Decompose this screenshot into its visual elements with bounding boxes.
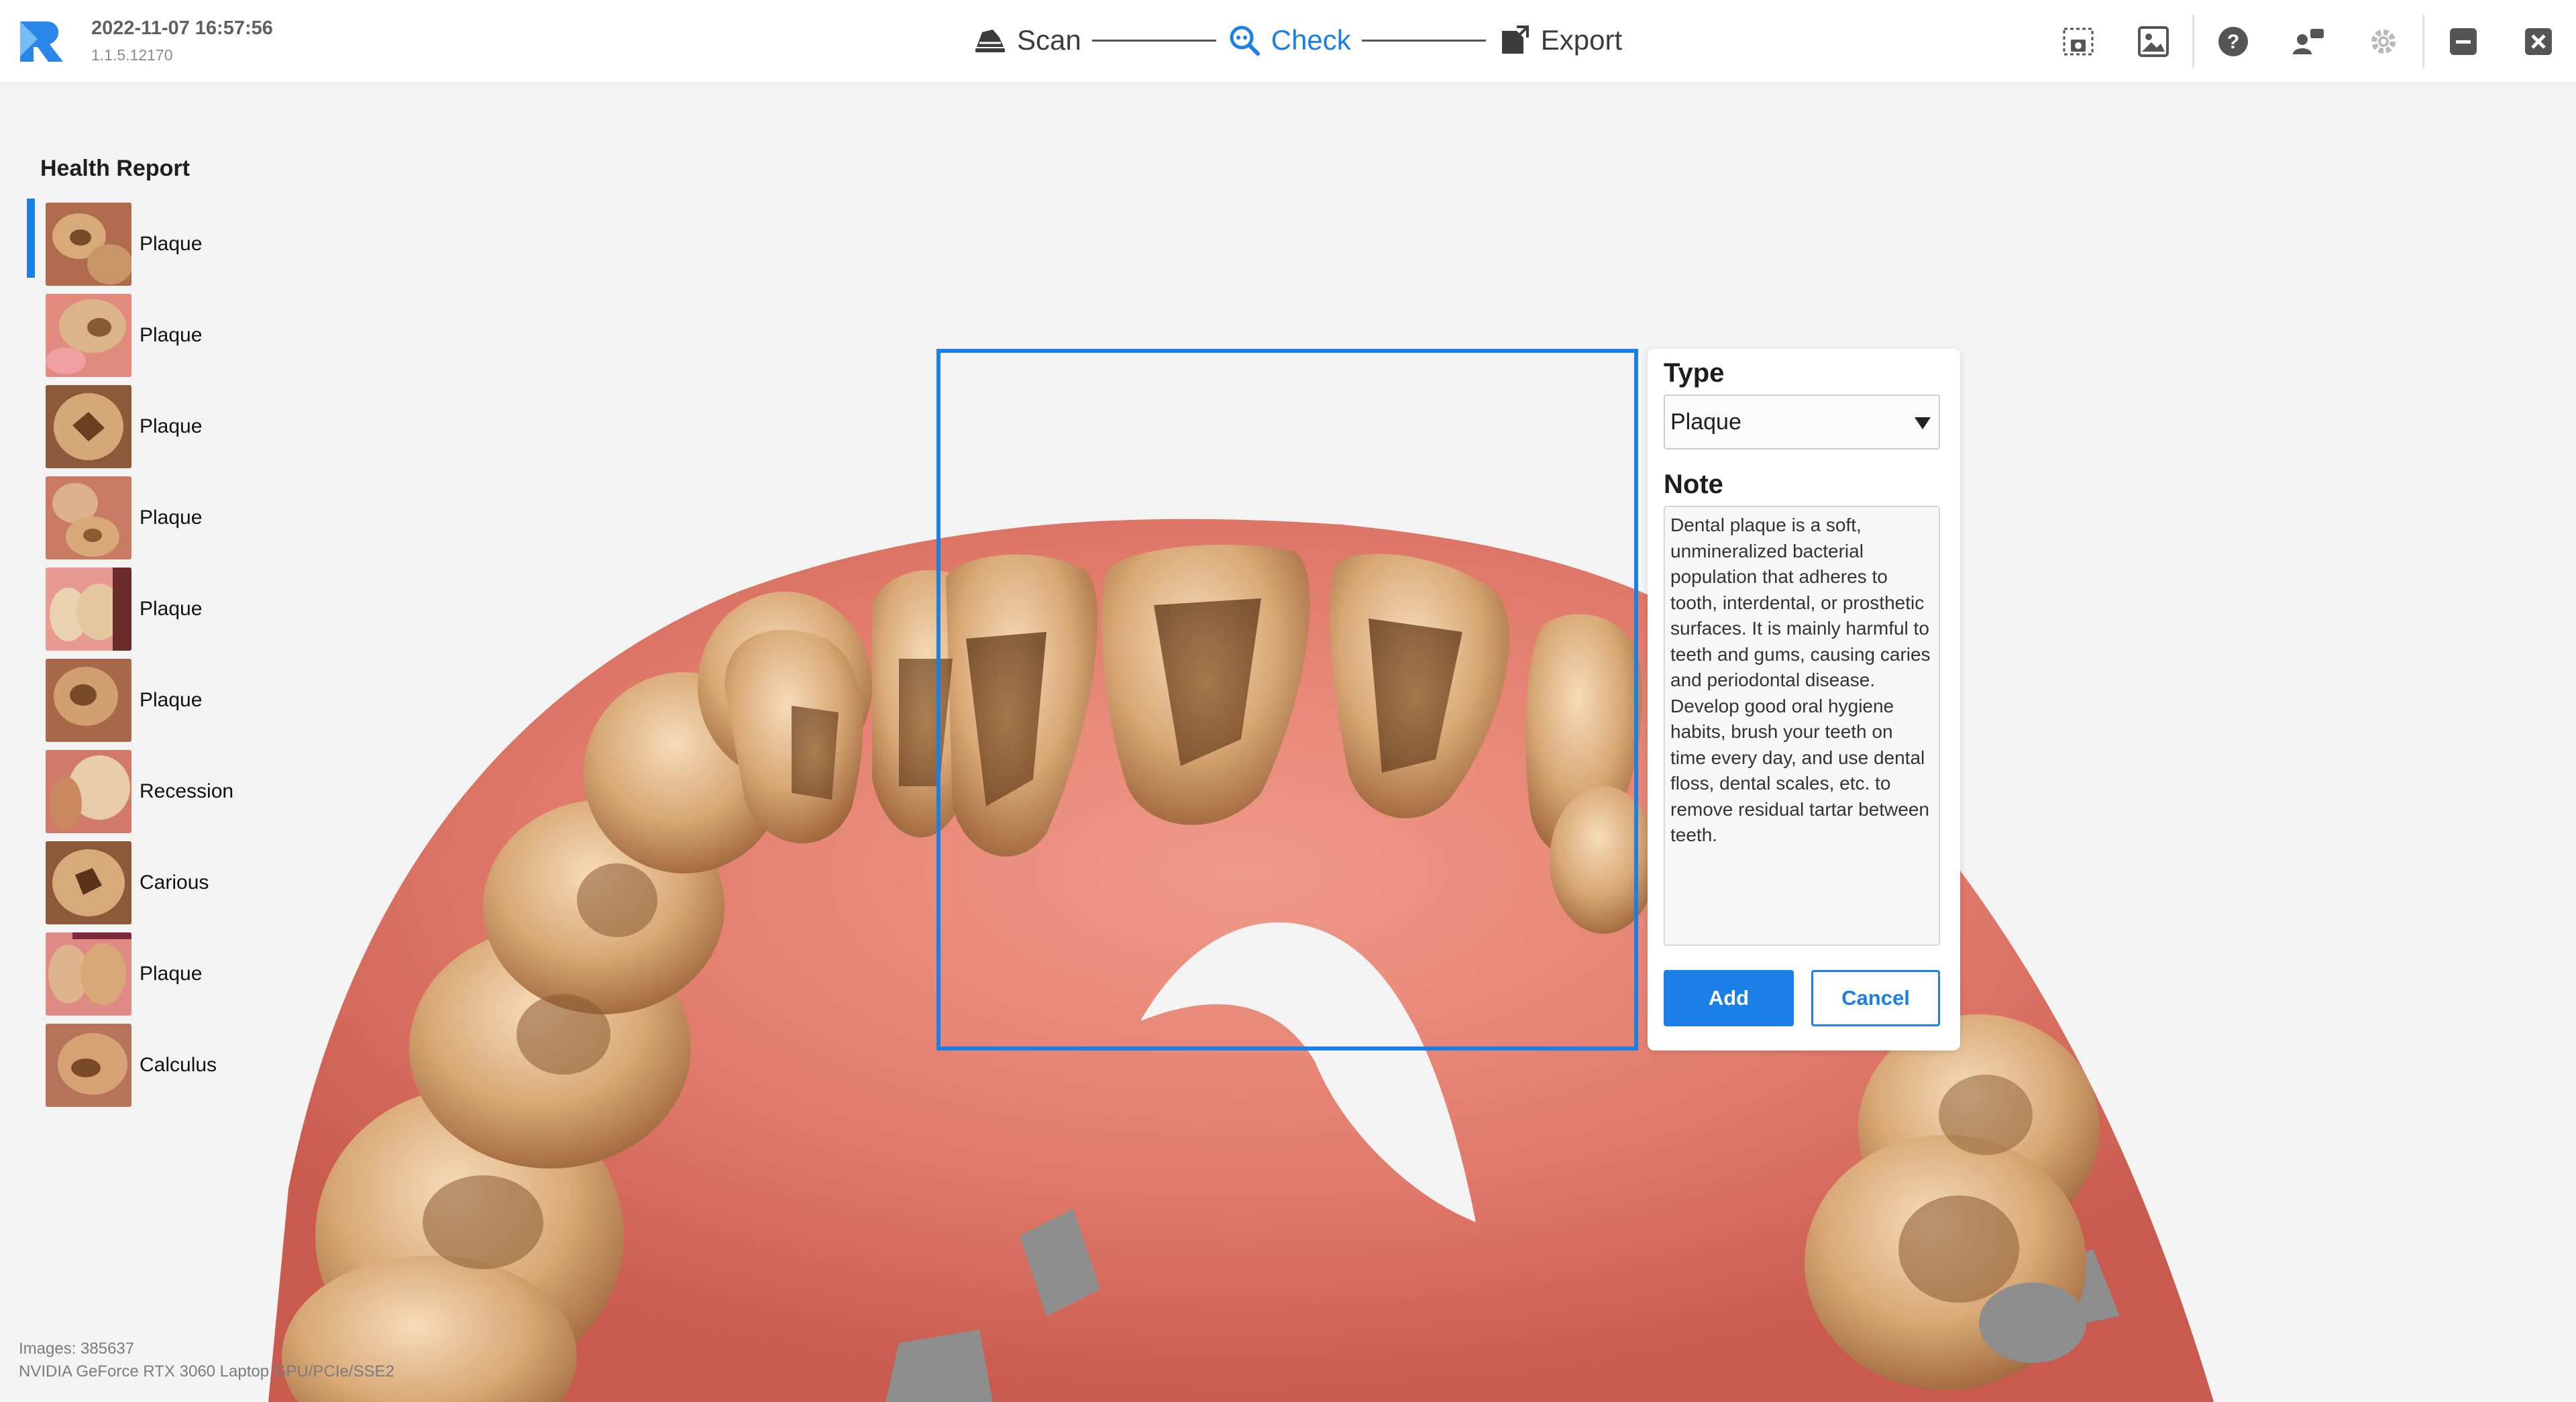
scanner-icon bbox=[975, 30, 1005, 52]
note-textarea[interactable]: Dental plaque is a soft, unmineralized b… bbox=[1664, 506, 1940, 946]
gpu-info: NVIDIA GeForce RTX 3060 Laptop GPU/PCIe/… bbox=[19, 1362, 394, 1381]
status-footer: Images: 385637 NVIDIA GeForce RTX 3060 L… bbox=[19, 1338, 394, 1383]
finding-thumbnail bbox=[46, 841, 131, 924]
step-check[interactable]: Check bbox=[1227, 23, 1351, 58]
add-button[interactable]: Add bbox=[1664, 970, 1794, 1026]
finding-thumbnail bbox=[46, 1024, 131, 1107]
finding-thumbnail bbox=[46, 385, 131, 468]
report-item[interactable]: Recession bbox=[27, 746, 233, 837]
close-icon bbox=[2525, 28, 2552, 55]
selection-box[interactable] bbox=[936, 349, 1638, 1050]
minimize-icon bbox=[2450, 28, 2477, 55]
magnifier-icon bbox=[1230, 25, 1260, 56]
help-icon: ? bbox=[2218, 27, 2248, 56]
report-item[interactable]: Plaque bbox=[27, 381, 233, 472]
type-dropdown[interactable]: Plaque bbox=[1664, 394, 1940, 449]
report-item-label: Carious bbox=[140, 871, 209, 894]
app-version: 1.1.5.12170 bbox=[91, 46, 173, 64]
snapshot-button[interactable] bbox=[2041, 15, 2116, 68]
workflow-steps: Scan Check Export bbox=[973, 19, 1622, 62]
note-label: Note bbox=[1664, 470, 1723, 499]
toolbar-divider bbox=[2422, 15, 2424, 68]
step-export-label: Export bbox=[1540, 24, 1623, 56]
chevron-down-icon bbox=[1915, 417, 1931, 429]
report-item-label: Plaque bbox=[140, 506, 203, 529]
report-item[interactable]: Plaque bbox=[27, 472, 233, 563]
settings-icon bbox=[2371, 30, 2396, 54]
finding-thumbnail bbox=[46, 476, 131, 559]
cancel-button[interactable]: Cancel bbox=[1811, 970, 1940, 1026]
report-item[interactable]: Plaque bbox=[27, 290, 233, 381]
report-item-label: Plaque bbox=[140, 415, 203, 437]
step-check-label: Check bbox=[1271, 24, 1351, 56]
report-item[interactable]: Plaque bbox=[27, 655, 233, 746]
finding-thumbnail bbox=[46, 203, 131, 286]
step-scan-label: Scan bbox=[1017, 24, 1081, 56]
remote-support-icon bbox=[2293, 29, 2324, 54]
step-scan[interactable]: Scan bbox=[973, 23, 1081, 58]
report-item-label: Plaque bbox=[140, 233, 203, 255]
remote-support-button[interactable] bbox=[2271, 15, 2346, 68]
svg-text:?: ? bbox=[2227, 31, 2239, 53]
report-item[interactable]: Carious bbox=[27, 837, 233, 928]
report-item-label: Plaque bbox=[140, 963, 203, 985]
report-item-label: Calculus bbox=[140, 1054, 217, 1076]
type-dropdown-value: Plaque bbox=[1670, 409, 1741, 435]
report-item[interactable]: Calculus bbox=[27, 1020, 233, 1111]
health-report-title: Health Report bbox=[40, 156, 190, 181]
session-timestamp: 2022-11-07 16:57:56 bbox=[91, 17, 273, 39]
report-item[interactable]: Plaque bbox=[27, 563, 233, 655]
app-logo bbox=[17, 19, 66, 64]
close-button[interactable] bbox=[2501, 15, 2576, 68]
top-bar: 2022-11-07 16:57:56 1.1.5.12170 Scan Che… bbox=[0, 0, 2576, 82]
settings-button[interactable] bbox=[2346, 15, 2421, 68]
step-connector bbox=[1091, 39, 1216, 42]
annotation-panel: Type Plaque Note Dental plaque is a soft… bbox=[1648, 349, 1960, 1050]
report-item-label: Plaque bbox=[140, 689, 203, 711]
report-item-label: Plaque bbox=[140, 324, 203, 346]
report-item-label: Recession bbox=[140, 780, 234, 802]
step-connector bbox=[1361, 39, 1486, 42]
gallery-icon bbox=[2138, 26, 2169, 57]
report-item[interactable]: Plaque bbox=[27, 199, 233, 290]
help-button[interactable]: ? bbox=[2196, 15, 2271, 68]
toolbar-divider bbox=[2192, 15, 2194, 68]
step-export[interactable]: Export bbox=[1497, 23, 1622, 58]
finding-thumbnail bbox=[46, 568, 131, 651]
health-report-list: Plaque Plaque Plaque Plaque Plaque Plaqu… bbox=[27, 199, 233, 1111]
image-count: Images: 385637 bbox=[19, 1340, 135, 1358]
finding-thumbnail bbox=[46, 294, 131, 377]
window-toolbar: ? bbox=[2041, 15, 2576, 68]
export-icon bbox=[1501, 25, 1529, 54]
gallery-button[interactable] bbox=[2116, 15, 2191, 68]
finding-thumbnail bbox=[46, 932, 131, 1016]
finding-thumbnail bbox=[46, 659, 131, 742]
minimize-button[interactable] bbox=[2426, 15, 2501, 68]
finding-thumbnail bbox=[46, 750, 131, 833]
snapshot-icon bbox=[2063, 28, 2094, 56]
session-info: 2022-11-07 16:57:56 1.1.5.12170 bbox=[91, 15, 273, 66]
report-item-label: Plaque bbox=[140, 598, 203, 620]
type-label: Type bbox=[1664, 358, 1725, 388]
report-item[interactable]: Plaque bbox=[27, 928, 233, 1020]
